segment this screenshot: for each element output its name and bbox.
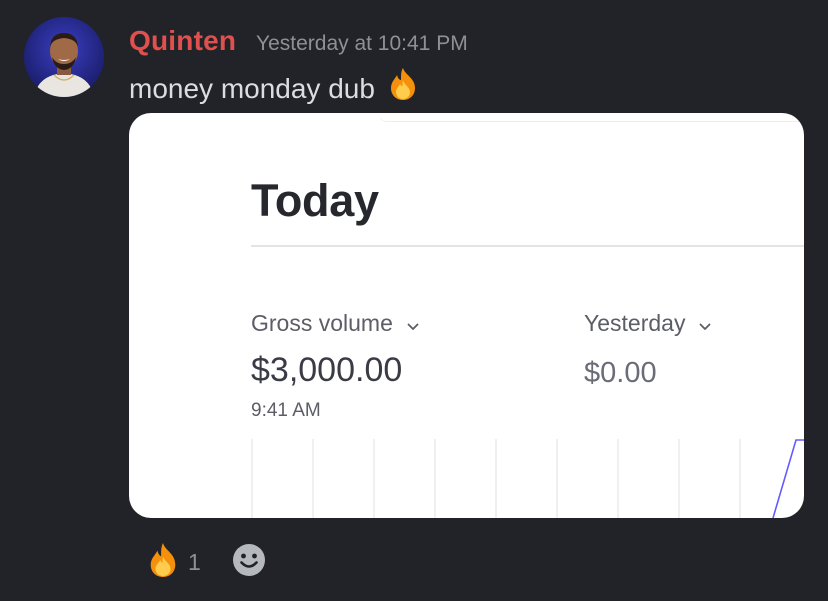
message-text: money monday dub — [129, 72, 375, 104]
gross-volume-label: Gross volume — [251, 310, 393, 336]
image-attachment[interactable]: Today Gross volume Yesterday $3,000.00 $… — [129, 113, 804, 518]
gross-volume-dropdown: Gross volume — [251, 309, 419, 337]
message-content: money monday dub — [129, 66, 421, 111]
message-timestamp[interactable]: Yesterday at 10:41 PM — [256, 31, 468, 57]
chart-gridlines — [251, 439, 741, 518]
chart-series-line — [772, 439, 804, 518]
chat-message: Quinten Yesterday at 10:41 PM money mond… — [0, 0, 828, 601]
attachment-top-edge — [379, 113, 804, 122]
yesterday-label: Yesterday — [584, 310, 686, 336]
yesterday-value: $0.00 — [584, 357, 657, 389]
chevron-down-icon — [699, 309, 711, 337]
author-name[interactable]: Quinten — [129, 24, 236, 58]
dashboard-title: Today — [251, 175, 379, 226]
volume-chart — [251, 439, 804, 518]
fire-emoji-icon — [385, 66, 421, 111]
reactions-bar: 1 — [138, 540, 269, 584]
chevron-down-icon — [407, 309, 419, 337]
yesterday-dropdown: Yesterday — [584, 309, 711, 337]
add-reaction-button[interactable] — [229, 540, 269, 584]
reaction-fire[interactable]: 1 — [138, 540, 209, 584]
avatar-image — [24, 17, 104, 97]
gross-volume-value: $3,000.00 — [251, 351, 403, 389]
smiley-add-reaction-icon — [232, 543, 266, 582]
fire-emoji-icon — [146, 541, 180, 584]
gross-volume-time: 9:41 AM — [251, 400, 321, 421]
reaction-count: 1 — [188, 548, 201, 575]
divider — [251, 245, 804, 247]
avatar[interactable] — [24, 17, 104, 97]
